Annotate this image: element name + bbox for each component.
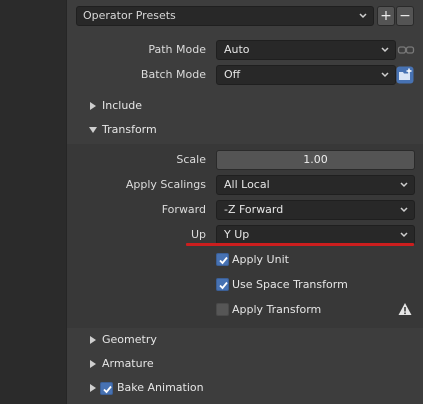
- transform-section-header[interactable]: Transform: [89, 120, 189, 140]
- include-section-label: Include: [102, 99, 143, 112]
- remove-preset-button[interactable]: −: [396, 6, 414, 26]
- checkmark-icon: [103, 385, 112, 394]
- bake-animation-section-header[interactable]: Bake Animation: [89, 378, 229, 398]
- apply-unit-checkbox[interactable]: [216, 253, 229, 266]
- disclosure-triangle-icon: [89, 127, 97, 133]
- disclosure-triangle-icon: [90, 336, 96, 344]
- operator-presets-label: Operator Presets: [83, 9, 176, 22]
- armature-section-label: Armature: [102, 357, 154, 370]
- chevron-down-icon: [400, 182, 408, 188]
- batch-own-dir-toggle[interactable]: [396, 66, 414, 84]
- unlink-icon: [397, 46, 415, 54]
- highlight-underline: [186, 243, 414, 246]
- batch-mode-value: Off: [224, 68, 241, 81]
- include-section-header[interactable]: Include: [89, 96, 189, 116]
- path-mode-dropdown[interactable]: Auto: [216, 40, 396, 60]
- up-label: Up: [190, 228, 206, 241]
- add-preset-button[interactable]: +: [377, 6, 395, 26]
- forward-axis-dropdown[interactable]: -Z Forward: [216, 200, 415, 220]
- use-space-transform-checkbox[interactable]: [216, 278, 229, 291]
- path-mode-value: Auto: [224, 43, 250, 56]
- apply-transform-checkbox[interactable]: [216, 303, 229, 316]
- viewport-edge: [0, 0, 66, 404]
- scale-field[interactable]: 1.00: [216, 150, 415, 170]
- geometry-section-header[interactable]: Geometry: [89, 330, 189, 350]
- forward-axis-value: -Z Forward: [224, 203, 284, 216]
- apply-scalings-label: Apply Scalings: [125, 178, 206, 191]
- apply-scalings-dropdown[interactable]: All Local: [216, 175, 415, 195]
- armature-section-header[interactable]: Armature: [89, 354, 189, 374]
- operator-presets-row: Operator Presets + −: [76, 6, 416, 26]
- bake-animation-checkbox[interactable]: [100, 382, 113, 395]
- up-axis-value: Y Up: [224, 228, 250, 241]
- embed-textures-toggle[interactable]: [397, 42, 415, 58]
- chevron-down-icon: [400, 232, 408, 238]
- operator-presets-dropdown[interactable]: Operator Presets: [76, 6, 374, 26]
- chevron-down-icon: [400, 207, 408, 213]
- chevron-down-icon: [359, 13, 367, 19]
- warning-icon: [398, 302, 412, 316]
- batch-mode-label: Batch Mode: [140, 68, 206, 81]
- disclosure-triangle-icon: [90, 360, 96, 368]
- batch-mode-dropdown[interactable]: Off: [216, 65, 396, 85]
- plus-icon: +: [380, 8, 392, 24]
- scale-label: Scale: [176, 153, 206, 166]
- checkmark-icon: [219, 256, 228, 265]
- checkmark-icon: [219, 281, 228, 290]
- geometry-section-label: Geometry: [102, 333, 157, 346]
- apply-scalings-value: All Local: [224, 178, 270, 191]
- bake-animation-label: Bake Animation: [117, 381, 204, 394]
- apply-transform-label: Apply Transform: [232, 303, 322, 316]
- use-space-transform-label: Use Space Transform: [232, 278, 348, 291]
- chevron-down-icon: [381, 47, 389, 53]
- up-axis-dropdown[interactable]: Y Up: [216, 225, 415, 245]
- minus-icon: −: [399, 8, 411, 24]
- scale-value: 1.00: [303, 153, 328, 166]
- disclosure-triangle-icon: [90, 102, 96, 110]
- path-mode-label: Path Mode: [148, 43, 206, 56]
- transform-section-label: Transform: [102, 123, 157, 136]
- apply-unit-label: Apply Unit: [232, 253, 289, 266]
- disclosure-triangle-icon: [90, 384, 96, 392]
- chevron-down-icon: [381, 72, 389, 78]
- forward-label: Forward: [161, 203, 206, 216]
- new-folder-icon: [396, 66, 414, 84]
